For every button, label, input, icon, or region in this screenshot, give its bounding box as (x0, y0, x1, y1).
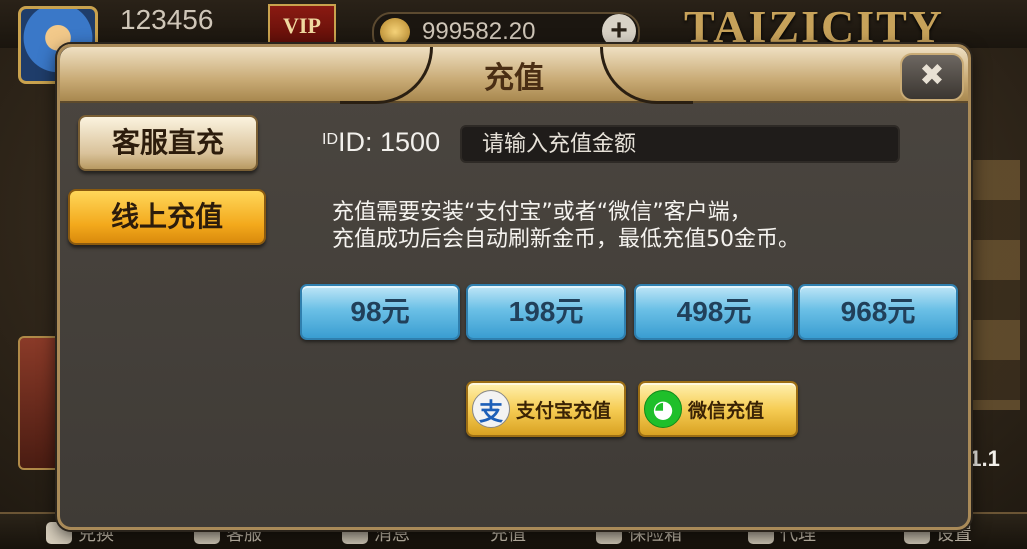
notice-line: 充值成功后会自动刷新金币，最低充值50金币。 (332, 227, 800, 252)
amount-input[interactable] (460, 125, 900, 163)
id-prefix: ID (322, 131, 338, 148)
notice-line: 充值需要安装“支付宝”或者“微信”客户端， (332, 200, 752, 225)
coin-balance: 999582.20 (422, 18, 536, 45)
id-value: 1500 (380, 127, 441, 157)
recharge-dialog: 充值 ✖ 客服直充 线上充值 IDID: 1500 充值需要安装“支付宝”或者“… (57, 44, 971, 530)
laurel-decoration (968, 160, 1020, 410)
id-label: ID: (338, 127, 381, 157)
pay-button-label: 微信充值 (688, 399, 765, 422)
pay-button-label: 支付宝充值 (516, 399, 612, 422)
amount-button-98[interactable]: 98元 (300, 284, 460, 340)
tab-online-recharge[interactable]: 线上充值 (68, 189, 266, 245)
wechat-recharge-button[interactable]: ◕ 微信充值 (638, 381, 798, 437)
amount-button-198[interactable]: 198元 (466, 284, 626, 340)
vip-badge[interactable]: VIP (268, 4, 336, 48)
alipay-recharge-button[interactable]: 支 支付宝充值 (466, 381, 626, 437)
tab-customer-service-recharge[interactable]: 客服直充 (78, 115, 258, 171)
dialog-title: 充值 (484, 61, 544, 96)
user-id-text: 123456 (120, 4, 214, 35)
amount-button-498[interactable]: 498元 (634, 284, 794, 340)
close-button[interactable]: ✖ (900, 53, 964, 101)
recharge-notice: 充值需要安装“支付宝”或者“微信”客户端， 充值成功后会自动刷新金币，最低充值5… (332, 199, 800, 253)
wechat-icon: ◕ (644, 390, 682, 428)
player-id: IDID: 1500 (322, 127, 440, 158)
add-coins-button[interactable]: + (602, 14, 636, 48)
amount-button-968[interactable]: 968元 (798, 284, 958, 340)
dialog-header: 充值 ✖ (60, 47, 968, 104)
alipay-icon: 支 (472, 390, 510, 428)
side-banner (18, 336, 62, 470)
coin-icon (380, 18, 410, 46)
